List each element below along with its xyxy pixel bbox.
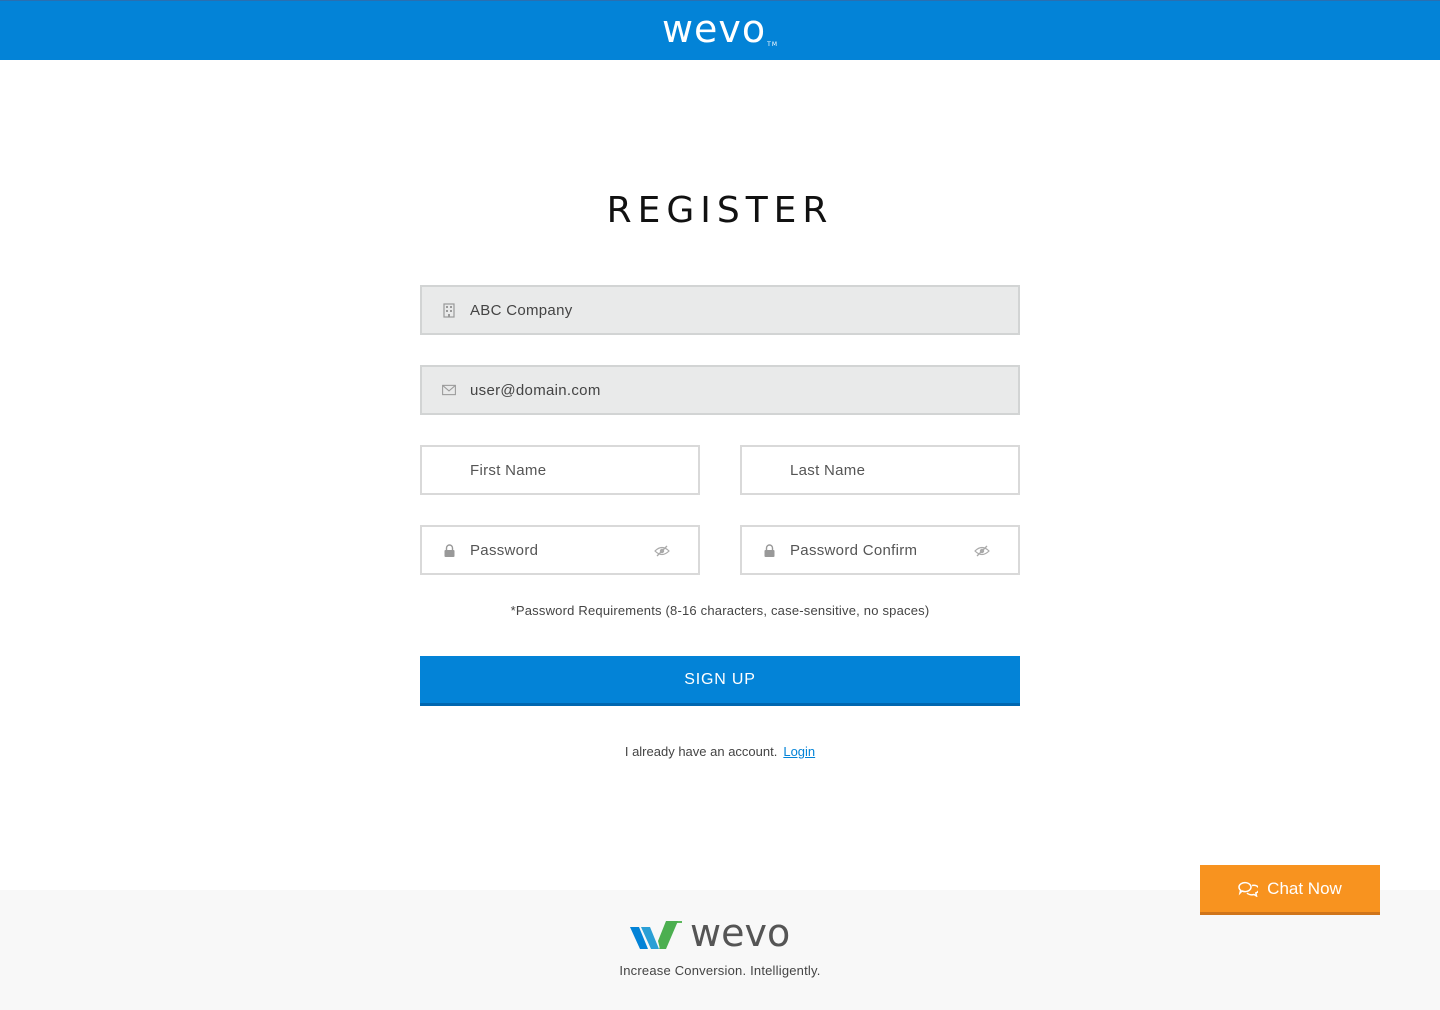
envelope-icon: [442, 383, 456, 397]
chat-now-button[interactable]: Chat Now: [1200, 865, 1380, 915]
sign-up-button[interactable]: SIGN UP: [420, 656, 1020, 706]
password-field[interactable]: Password: [420, 525, 700, 575]
building-icon: [442, 302, 456, 318]
wevo-w-mark-icon: [630, 921, 682, 949]
lock-icon: [762, 543, 776, 557]
lock-icon: [442, 543, 456, 557]
password-confirm-field[interactable]: Password Confirm: [740, 525, 1020, 575]
page-title: REGISTER: [606, 190, 834, 231]
login-prompt-text: I already have an account.: [624, 744, 778, 759]
footer-logo-text: wevo: [690, 911, 791, 955]
eye-slash-icon[interactable]: [974, 544, 990, 557]
eye-slash-icon[interactable]: [654, 544, 670, 557]
trademark-mark: TM: [767, 40, 779, 48]
password-confirm-placeholder: Password Confirm: [790, 541, 918, 559]
chat-now-label: Chat Now: [1267, 878, 1342, 898]
first-name-placeholder: First Name: [470, 461, 547, 479]
email-value: user@domain.com: [470, 381, 601, 399]
email-field[interactable]: user@domain.com: [420, 365, 1020, 415]
company-field[interactable]: ABC Company: [420, 285, 1020, 335]
password-requirements: *Password Requirements (8-16 characters,…: [510, 603, 930, 618]
first-name-field[interactable]: First Name: [420, 445, 700, 495]
last-name-field[interactable]: Last Name: [740, 445, 1020, 495]
chat-bubbles-icon: [1238, 881, 1259, 897]
login-link[interactable]: Login: [783, 744, 815, 759]
header-logo[interactable]: wevoTM: [662, 10, 778, 48]
company-value: ABC Company: [470, 301, 573, 319]
top-header: wevoTM: [0, 0, 1440, 60]
password-placeholder: Password: [470, 541, 539, 559]
last-name-placeholder: Last Name: [790, 461, 866, 479]
footer-tagline: Increase Conversion. Intelligently.: [619, 963, 821, 978]
login-prompt: I already have an account. Login: [0, 744, 1440, 759]
footer-logo[interactable]: wevo: [630, 911, 791, 955]
